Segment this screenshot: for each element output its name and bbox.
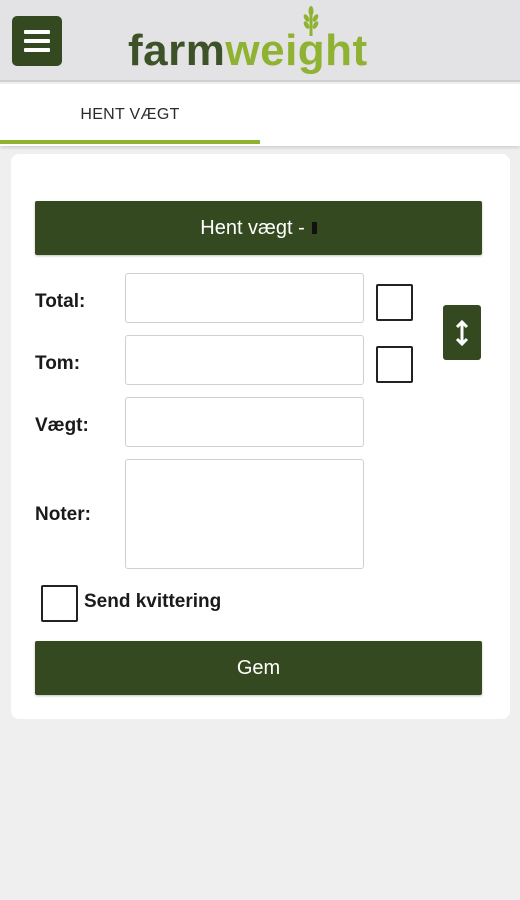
logo-text-farm: farm xyxy=(128,26,226,75)
send-receipt-checkbox[interactable] xyxy=(41,585,78,622)
save-button[interactable]: Gem xyxy=(35,641,482,695)
menu-bar-line xyxy=(24,30,50,34)
menu-bar-line xyxy=(24,48,50,52)
tab-hent-vaegt[interactable]: HENT VÆGT xyxy=(0,84,260,146)
noter-label: Noter: xyxy=(35,504,91,525)
fetch-weight-button-label: Hent vægt - xyxy=(200,216,305,239)
menu-bar-line xyxy=(24,39,50,43)
vaegt-field[interactable] xyxy=(125,397,364,447)
tom-label: Tom: xyxy=(35,353,81,374)
active-tab-indicator xyxy=(0,140,260,144)
fetch-weight-button[interactable]: Hent vægt - xyxy=(35,201,482,255)
total-label: Total: xyxy=(35,291,86,312)
send-receipt-label[interactable]: Send kvittering xyxy=(84,591,221,613)
app-bar: farm weight xyxy=(0,0,520,82)
total-field[interactable] xyxy=(125,273,364,323)
hamburger-menu-button[interactable] xyxy=(12,16,62,66)
tab-bar: HENT VÆGT xyxy=(0,84,520,146)
swap-values-button[interactable] xyxy=(443,305,481,360)
weight-form-card: Hent vægt - Total: Tom: Vægt: Noter: Sen… xyxy=(11,154,510,719)
noter-textarea[interactable] xyxy=(125,459,364,569)
swap-vertical-icon xyxy=(455,319,469,346)
wheat-icon xyxy=(303,6,319,36)
total-checkbox[interactable] xyxy=(376,284,413,321)
status-indicator xyxy=(311,222,317,234)
tom-field[interactable] xyxy=(125,335,364,385)
save-button-label: Gem xyxy=(236,656,281,679)
logo-text-weight: weight xyxy=(225,26,368,75)
tom-checkbox[interactable] xyxy=(376,346,413,383)
farmweight-logo: farm weight xyxy=(128,6,368,76)
vaegt-label: Vægt: xyxy=(35,415,89,436)
